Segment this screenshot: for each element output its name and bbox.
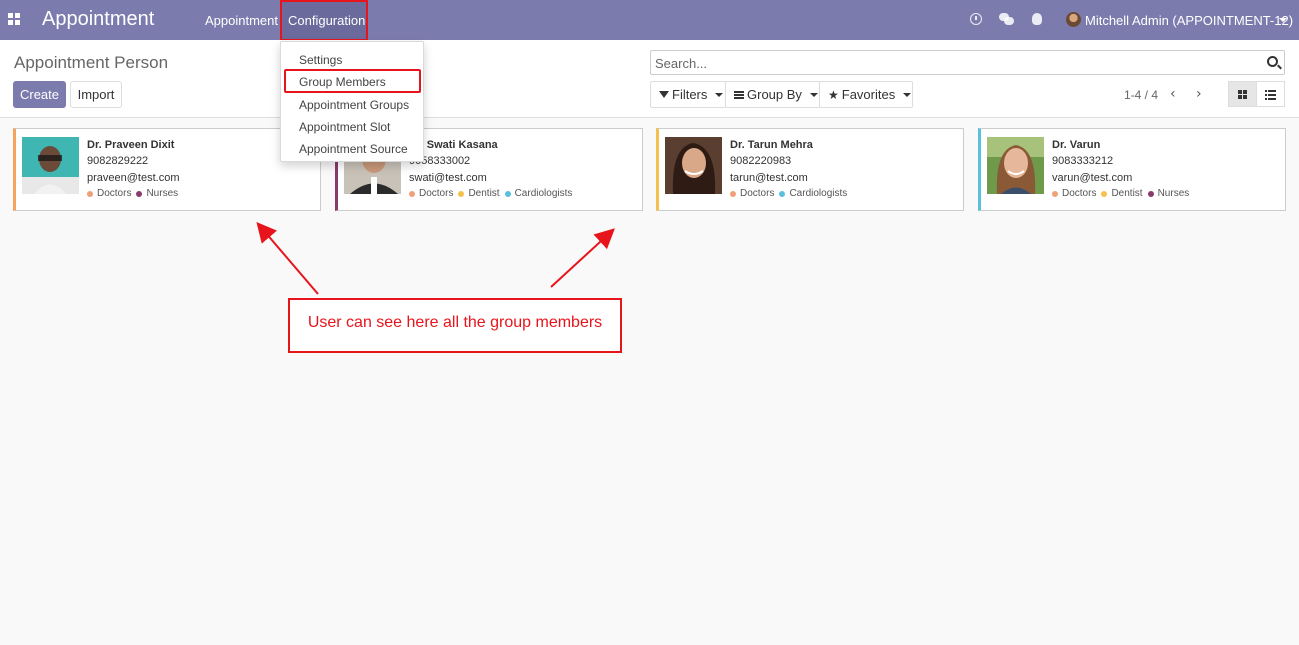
user-menu-label[interactable]: Mitchell Admin (APPOINTMENT-12): [1085, 13, 1293, 28]
chevron-down-icon: [809, 92, 818, 97]
search-input[interactable]: [655, 55, 1255, 71]
menu-item-settings[interactable]: Settings: [299, 53, 342, 67]
tag-label: Nurses: [1157, 188, 1190, 199]
tag: Doctors: [409, 188, 453, 199]
tag-list: Doctors Dentist Nurses: [1052, 188, 1194, 199]
kanban-card[interactable]: Dr. Varun 9083333212 varun@test.com Doct…: [978, 128, 1286, 211]
app-title: Appointment: [42, 8, 155, 30]
filters-label: Filters: [672, 87, 708, 102]
filter-icon: [659, 91, 669, 98]
tag-label: Dentist: [468, 188, 500, 199]
favorites-button[interactable]: ★ Favorites: [819, 81, 913, 108]
tag: Cardiologists: [779, 188, 847, 199]
person-photo: [665, 137, 722, 194]
tag-label: Dentist: [1111, 188, 1143, 199]
tag-color-dot: [409, 190, 415, 197]
annotation-arrow-right: [550, 228, 615, 288]
menu-item-appointment-source[interactable]: Appointment Source: [299, 142, 408, 156]
person-photo: [987, 137, 1044, 194]
pager-next-icon[interactable]: ›: [1196, 86, 1202, 102]
group-by-label: Group By: [747, 87, 802, 102]
tag-color-dot: [458, 190, 465, 197]
tag: Doctors: [1052, 188, 1096, 199]
tag-color-dot: [1101, 190, 1108, 197]
tag-color-dot: [87, 190, 93, 197]
tag-label: Doctors: [1062, 188, 1097, 199]
menu-configuration[interactable]: Configuration: [288, 13, 365, 28]
tag-color-dot: [136, 190, 143, 197]
list-view-button[interactable]: [1256, 81, 1285, 107]
tag: Dentist: [1101, 188, 1143, 199]
tag-color-dot: [1147, 190, 1154, 197]
activity-clock-icon[interactable]: [970, 13, 982, 25]
pager-previous-icon[interactable]: ‹: [1170, 86, 1176, 102]
tag-color-dot: [504, 190, 511, 197]
tag-label: Doctors: [740, 188, 775, 199]
star-icon: ★: [828, 87, 839, 102]
annotation-callout: User can see here all the group members: [288, 298, 622, 353]
annotation-arrow-left: [256, 221, 319, 295]
kanban-view-button[interactable]: [1228, 81, 1257, 107]
person-email: praveen@test.com: [87, 172, 180, 184]
menu-item-appointment-groups[interactable]: Appointment Groups: [299, 98, 409, 112]
tag-label: Doctors: [97, 188, 132, 199]
tag: Doctors: [730, 188, 774, 199]
tag-color-dot: [779, 190, 786, 197]
tag-label: Nurses: [146, 188, 179, 199]
create-button[interactable]: Create: [13, 81, 66, 108]
tag-list: Doctors Cardiologists: [730, 188, 852, 199]
top-navbar: Appointment Appointment Configuration Mi…: [0, 0, 1299, 41]
bars-icon: [734, 90, 744, 99]
user-avatar[interactable]: [1066, 12, 1081, 27]
tag-color-dot: [730, 190, 736, 197]
person-phone: 9083333212: [1052, 155, 1114, 167]
tag: Dentist: [458, 188, 500, 199]
messages-chat-icon[interactable]: [999, 13, 1014, 25]
person-name: Dr. Praveen Dixit: [87, 139, 175, 151]
control-panel: Appointment Person Create Import Filters…: [0, 40, 1299, 118]
chevron-down-icon: [715, 92, 724, 97]
chevron-down-icon: [903, 92, 912, 97]
tag-label: Doctors: [419, 188, 454, 199]
favorites-label: Favorites: [841, 87, 896, 102]
tag-label: Cardiologists: [514, 188, 573, 199]
breadcrumb: Appointment Person: [14, 53, 169, 72]
menu-item-appointment-slot[interactable]: Appointment Slot: [299, 120, 390, 134]
tag: Nurses: [136, 188, 178, 199]
kanban-icon: [1237, 89, 1248, 99]
person-email: varun@test.com: [1052, 172, 1133, 184]
filters-button[interactable]: Filters: [650, 81, 726, 108]
configuration-dropdown-menu: Settings Group Members Appointment Group…: [280, 41, 424, 162]
kanban-card[interactable]: Dr. Tarun Mehra 9082220983 tarun@test.co…: [656, 128, 964, 211]
list-icon: [1265, 89, 1276, 100]
pager-value[interactable]: 1-4 / 4: [1124, 88, 1158, 102]
tag-list: Doctors Nurses: [87, 188, 183, 199]
person-name: Dr. Varun: [1052, 139, 1101, 151]
tag-list: Doctors Dentist Cardiologists: [409, 188, 577, 199]
search-box: [650, 50, 1285, 75]
debug-bug-icon[interactable]: [1032, 13, 1042, 25]
tag-label: Cardiologists: [789, 188, 848, 199]
person-phone: 9082829222: [87, 155, 149, 167]
person-name: Dr. Tarun Mehra: [730, 139, 813, 151]
user-menu-caret-icon[interactable]: [1279, 18, 1287, 22]
import-button[interactable]: Import: [70, 81, 122, 108]
tag: Nurses: [1147, 188, 1190, 199]
tag: Cardiologists: [504, 188, 573, 199]
tag: Doctors: [87, 188, 131, 199]
annotation-text: User can see here all the group members: [307, 314, 603, 331]
tag-color-dot: [1052, 190, 1058, 197]
person-email: swati@test.com: [409, 172, 487, 184]
person-phone: 9082220983: [730, 155, 792, 167]
search-icon[interactable]: [1267, 56, 1278, 67]
kanban-card[interactable]: Dr. Praveen Dixit 9082829222 praveen@tes…: [13, 128, 321, 211]
apps-menu-icon[interactable]: [8, 13, 20, 25]
menu-item-group-members[interactable]: Group Members: [299, 75, 386, 89]
menu-appointment[interactable]: Appointment: [205, 13, 278, 28]
group-by-button[interactable]: Group By: [725, 81, 820, 108]
person-email: tarun@test.com: [730, 172, 808, 184]
person-photo: [22, 137, 79, 194]
